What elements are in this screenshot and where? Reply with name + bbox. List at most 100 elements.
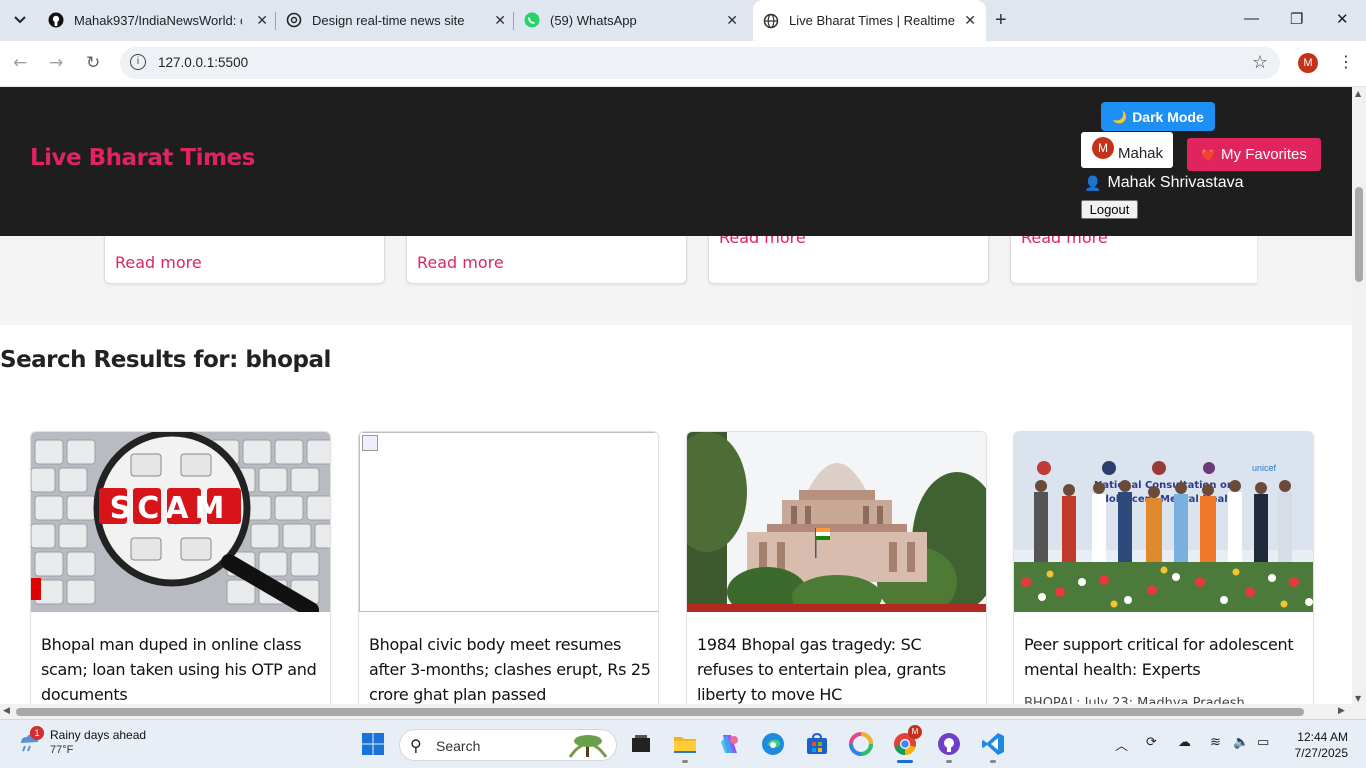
consultation-event-image[interactable]: unicef National Consultation on Adolesce… (1014, 432, 1313, 612)
system-clock[interactable]: 12:44 AM 7/27/2025 (1278, 729, 1348, 761)
broken-image-placeholder (359, 432, 658, 612)
tab-separator (275, 12, 276, 30)
tab-chatgpt[interactable]: Design real-time news site ✕ (286, 6, 512, 34)
scroll-down-arrow-icon[interactable]: ▼ (1355, 694, 1361, 703)
running-indicator (990, 760, 996, 763)
heart-icon: ❤️ (1201, 147, 1217, 162)
my-favorites-button[interactable]: ❤️ My Favorites (1187, 138, 1321, 171)
tab-github[interactable]: Mahak937/IndiaNewsWorld: cre ✕ (48, 6, 274, 34)
search-icon: ⚲ (410, 738, 422, 755)
dark-mode-label: Dark Mode (1132, 108, 1204, 125)
read-more-link[interactable]: Read more (417, 253, 504, 272)
logout-button[interactable]: Logout (1081, 200, 1138, 219)
site-logo[interactable]: Live Bharat Times (30, 145, 255, 171)
tab-title: (59) WhatsApp (550, 12, 637, 28)
scroll-left-arrow-icon[interactable]: ◀ (3, 706, 10, 716)
result-card[interactable]: Bhopal civic body meet resumes after 3-m… (358, 431, 659, 704)
user-icon: 👤 (1084, 174, 1102, 191)
wifi-icon[interactable]: ≋ (1210, 735, 1221, 750)
address-bar[interactable]: i 127.0.0.1:5500 ☆ (120, 47, 1280, 79)
whatsapp-icon (524, 12, 540, 28)
rain-cloud-icon: 1 (16, 726, 44, 755)
restore-icon[interactable]: ❐ (1290, 10, 1303, 28)
favorites-label: My Favorites (1221, 146, 1307, 163)
result-headline[interactable]: Bhopal civic body meet resumes after 3-m… (369, 632, 654, 704)
tab-whatsapp[interactable]: (59) WhatsApp ✕ (524, 6, 744, 34)
bookmark-star-icon[interactable]: ☆ (1252, 52, 1268, 73)
banner-line-2: Adolescent Mental Health (1094, 494, 1240, 505)
github-desktop-icon[interactable] (936, 731, 962, 757)
minimize-icon[interactable]: — (1244, 10, 1259, 27)
result-headline[interactable]: Bhopal man duped in online class scam; l… (41, 632, 326, 704)
clock-date: 7/27/2025 (1294, 746, 1348, 760)
scam-text: SCAM (110, 491, 231, 526)
task-view-icon[interactable] (628, 731, 654, 757)
sync-icon[interactable]: ⟳ (1146, 735, 1157, 750)
taskbar-search-box[interactable]: ⚲ Search (399, 729, 617, 761)
copilot-icon[interactable] (716, 731, 742, 757)
broken-image-icon (362, 435, 378, 451)
vscode-icon[interactable] (980, 731, 1006, 757)
chevron-up-icon[interactable]: ︿ (1115, 735, 1128, 754)
result-card[interactable]: unicef National Consultation on Adolesce… (1013, 431, 1314, 704)
moon-icon: 🌙 (1112, 109, 1128, 124)
weather-temp: 77°F (50, 744, 74, 756)
browser-toolbar: ← → ↻ i 127.0.0.1:5500 ☆ M ⋮ (0, 41, 1366, 87)
broken-image[interactable] (359, 432, 658, 612)
file-explorer-icon[interactable] (672, 731, 698, 757)
read-more-link[interactable]: Read more (115, 253, 202, 272)
microsoft-store-icon[interactable] (804, 731, 830, 757)
horizontal-scroll-thumb[interactable] (16, 708, 1304, 716)
edge-browser-icon[interactable] (760, 731, 786, 757)
browser-profile-avatar[interactable]: M (1298, 53, 1318, 73)
result-headline[interactable]: 1984 Bhopal gas tragedy: SC refuses to e… (697, 632, 982, 704)
weather-badge: 1 (30, 726, 44, 740)
search-highlight-icon (568, 735, 608, 758)
volume-icon[interactable]: 🔈 (1233, 735, 1249, 750)
back-arrow-icon[interactable]: ← (13, 53, 27, 73)
tab-close-icon[interactable]: ✕ (256, 12, 268, 29)
chrome-icon[interactable]: M (892, 725, 922, 757)
result-headline[interactable]: Peer support critical for adolescent men… (1024, 632, 1309, 682)
horizontal-scrollbar[interactable]: ◀ ▶ (0, 704, 1352, 719)
weather-widget[interactable]: 1 Rainy days ahead 77°F (16, 726, 147, 756)
battery-icon[interactable]: ▭ (1257, 735, 1269, 750)
scroll-right-arrow-icon[interactable]: ▶ (1338, 706, 1345, 716)
cloud-icon[interactable]: ☁ (1178, 735, 1191, 750)
tab-close-icon[interactable]: ✕ (494, 12, 506, 29)
new-tab-plus-icon[interactable]: + (995, 9, 1007, 32)
tab-title: Live Bharat Times | Realtime Ind (789, 13, 955, 28)
url-text[interactable]: 127.0.0.1:5500 (158, 55, 248, 70)
reload-icon[interactable]: ↻ (86, 53, 100, 73)
scam-keyboard-image[interactable]: SCAM (31, 432, 330, 612)
tab-close-icon[interactable]: ✕ (964, 12, 976, 29)
vertical-scroll-thumb[interactable] (1355, 187, 1363, 282)
tab-live-bharat-times[interactable]: Live Bharat Times | Realtime Ind ✕ (753, 0, 986, 41)
result-card[interactable]: SCAM Bhopal man duped in online class sc… (30, 431, 331, 704)
result-snippet: BHOPAL: July 23: Madhya Pradesh (1024, 696, 1245, 704)
chrome-profile-badge: M (908, 725, 922, 739)
photos-icon[interactable] (848, 731, 874, 757)
running-indicator (897, 760, 913, 763)
taskbar-search-label: Search (436, 738, 481, 754)
openai-icon (286, 12, 302, 28)
svg-text:unicef: unicef (1252, 463, 1277, 473)
globe-icon (763, 13, 779, 29)
scroll-up-arrow-icon[interactable]: ▲ (1355, 89, 1361, 98)
windows-taskbar: 1 Rainy days ahead 77°F ⚲ Search M ︿ ⟳ ☁… (0, 719, 1366, 768)
windows-start-icon[interactable] (360, 731, 386, 757)
dark-mode-button[interactable]: 🌙 Dark Mode (1101, 102, 1215, 131)
avatar: M (1092, 137, 1114, 159)
browser-menu-icon[interactable]: ⋮ (1338, 52, 1354, 71)
weather-title: Rainy days ahead (50, 728, 147, 742)
close-window-icon[interactable]: ✕ (1336, 10, 1349, 28)
result-card[interactable]: 1984 Bhopal gas tragedy: SC refuses to e… (686, 431, 987, 704)
tab-search-chevron-down-icon[interactable] (6, 6, 34, 34)
user-fullname: Mahak Shrivastava (1107, 174, 1244, 191)
user-profile-button[interactable]: M Mahak (1081, 132, 1173, 168)
vertical-scrollbar[interactable]: ▲ ▼ (1352, 87, 1366, 704)
supreme-court-image[interactable] (687, 432, 986, 612)
forward-arrow-icon[interactable]: → (49, 53, 63, 73)
site-info-icon[interactable]: i (130, 54, 146, 70)
tab-close-icon[interactable]: ✕ (726, 12, 738, 29)
